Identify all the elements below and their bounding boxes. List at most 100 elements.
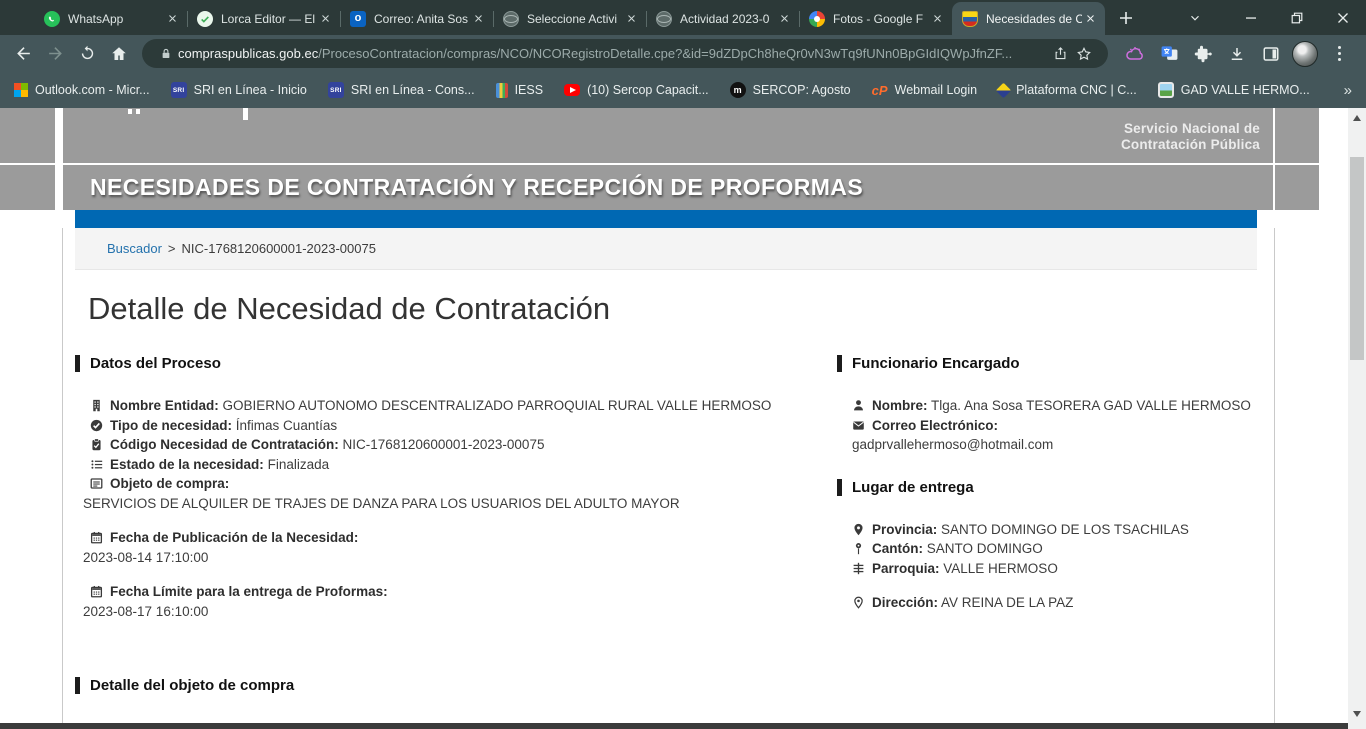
tab-search-chevron-icon[interactable]	[1180, 3, 1210, 33]
tab-actividad-2023[interactable]: Actividad 2023-0	[646, 2, 799, 35]
field-fecha-publicacion-label: Fecha de Publicación de la Necesidad:	[90, 528, 775, 548]
tab-close-icon[interactable]	[776, 11, 792, 27]
bookmarks-overflow-chevron[interactable]: »	[1344, 82, 1352, 99]
tab-title: Correo: Anita Sos	[374, 12, 470, 26]
bookmark-label: Plataforma CNC | C...	[1016, 83, 1137, 97]
field-correo-value: gadprvallehermoso@hotmail.com	[852, 435, 1267, 455]
breadcrumb-current: NIC-1768120600001-2023-00075	[182, 241, 376, 256]
bookmark-webmail[interactable]: cPWebmail Login	[872, 82, 977, 98]
header-divider	[55, 108, 63, 163]
tab-lorca-editor[interactable]: Lorca Editor — El	[187, 2, 340, 35]
whatsapp-icon	[44, 11, 60, 27]
bookmark-gad-valle-hermoso[interactable]: GAD VALLE HERMO...	[1158, 82, 1310, 98]
bookmark-sri-inicio[interactable]: SRI SRI en Línea - Inicio	[171, 82, 307, 98]
share-icon[interactable]	[1048, 42, 1072, 66]
geo-pin-icon	[852, 523, 865, 536]
tab-close-icon[interactable]	[1082, 11, 1098, 27]
section-heading: Detalle del objeto de compra	[90, 677, 294, 694]
field-fecha-limite-value: 2023-08-17 16:10:00	[83, 602, 775, 622]
field-fecha-limite-label: Fecha Límite para la entrega de Proforma…	[90, 582, 775, 602]
scrollbar-thumb[interactable]	[1350, 157, 1364, 360]
field-fecha-publicacion-value: 2023-08-14 17:10:00	[83, 548, 775, 568]
tab-close-icon[interactable]	[164, 11, 180, 27]
bookmark-label: Outlook.com - Micr...	[35, 83, 150, 97]
field-estado-necesidad: Estado de la necesidad: Finalizada	[90, 455, 775, 475]
scroll-up-icon[interactable]	[1348, 110, 1366, 126]
clipboard-check-icon	[90, 438, 103, 451]
tab-close-icon[interactable]	[623, 11, 639, 27]
map-pin-icon	[852, 542, 865, 555]
check-badge-icon	[197, 11, 213, 27]
bookmark-iess[interactable]: IESS	[496, 83, 544, 98]
header-divider	[55, 165, 63, 210]
bookmark-sercop-agosto[interactable]: mSERCOP: Agosto	[730, 82, 851, 98]
bookmark-outlook[interactable]: Outlook.com - Micr...	[14, 83, 150, 97]
bookmark-label: SRI en Línea - Inicio	[194, 83, 307, 97]
tab-title: WhatsApp	[68, 12, 164, 26]
side-panel-icon[interactable]	[1258, 41, 1284, 67]
bookmark-label: SERCOP: Agosto	[753, 83, 851, 97]
bookmark-sri-consultas[interactable]: SRI SRI en Línea - Cons...	[328, 82, 475, 98]
section-bar	[75, 677, 80, 694]
browser-toolbar: compraspublicas.gob.ec/ProcesoContrataci…	[0, 35, 1366, 72]
tab-necesidades-active[interactable]: Necesidades de C	[952, 2, 1105, 35]
tab-correo-outlook[interactable]: o Correo: Anita Sos	[340, 2, 493, 35]
address-bar[interactable]: compraspublicas.gob.ec/ProcesoContrataci…	[142, 39, 1108, 68]
downloads-icon[interactable]	[1224, 41, 1250, 67]
field-canton: Cantón: SANTO DOMINGO	[852, 539, 1267, 559]
tab-seleccione-actividad[interactable]: Seleccione Activi	[493, 2, 646, 35]
translate-extension-icon[interactable]	[1156, 41, 1182, 67]
tab-title: Necesidades de C	[986, 12, 1082, 26]
breadcrumb-link-buscador[interactable]: Buscador	[107, 241, 162, 256]
forward-button[interactable]	[40, 39, 70, 69]
sercop-logo-fragment	[136, 109, 140, 114]
accent-bar	[75, 210, 1257, 228]
minimize-button[interactable]	[1228, 0, 1274, 35]
tab-close-icon[interactable]	[470, 11, 486, 27]
section-funcionario: Funcionario Encargado Nombre: Tlga. Ana …	[837, 355, 1267, 613]
sercop-logo-fragment	[243, 108, 248, 120]
close-window-button[interactable]	[1320, 0, 1366, 35]
content-border-left	[62, 228, 63, 724]
scroll-down-icon[interactable]	[1348, 706, 1366, 722]
home-button[interactable]	[104, 39, 134, 69]
tab-close-icon[interactable]	[929, 11, 945, 27]
tab-whatsapp[interactable]: WhatsApp	[34, 2, 187, 35]
extensions-puzzle-icon[interactable]	[1190, 41, 1216, 67]
maximize-button[interactable]	[1274, 0, 1320, 35]
weather-extension-icon[interactable]	[1122, 41, 1148, 67]
new-tab-button[interactable]	[1111, 3, 1141, 33]
bookmarks-bar: Outlook.com - Micr... SRI SRI en Línea - …	[0, 72, 1366, 108]
bookmark-plataforma-cnc[interactable]: Plataforma CNC | C...	[998, 83, 1137, 97]
section-datos-proceso: Datos del Proceso Nombre Entidad: GOBIER…	[75, 355, 775, 621]
bookmark-star-icon[interactable]	[1072, 42, 1096, 66]
browser-menu-icon[interactable]	[1326, 41, 1352, 67]
bookmark-label: (10) Sercop Capacit...	[587, 83, 709, 97]
tab-strip: WhatsApp Lorca Editor — El o Correo: Ani…	[0, 0, 1366, 35]
sri-icon: SRI	[171, 82, 187, 98]
tab-title: Actividad 2023-0	[680, 12, 776, 26]
window-controls	[1180, 0, 1366, 35]
outlook-icon: o	[350, 11, 366, 27]
tab-close-icon[interactable]	[317, 11, 333, 27]
tab-fotos-google[interactable]: Fotos - Google F	[799, 2, 952, 35]
bookmark-sercop-youtube[interactable]: (10) Sercop Capacit...	[564, 83, 709, 97]
url-domain: compraspublicas.gob.ec	[178, 46, 318, 61]
back-button[interactable]	[8, 39, 38, 69]
page-scrollbar[interactable]	[1348, 108, 1366, 729]
reload-button[interactable]	[72, 39, 102, 69]
header-divider	[1273, 108, 1275, 163]
section-heading: Funcionario Encargado	[852, 355, 1020, 372]
section-detalle-objeto: Detalle del objeto de compra	[75, 677, 775, 694]
tab-title: Lorca Editor — El	[221, 12, 317, 26]
person-icon	[852, 399, 865, 412]
sri-icon: SRI	[328, 82, 344, 98]
section-lugar-entrega: Lugar de entrega	[837, 479, 1267, 496]
lock-icon[interactable]	[154, 42, 178, 66]
bookmark-label: SRI en Línea - Cons...	[351, 83, 475, 97]
field-parroquia: Parroquia: VALLE HERMOSO	[852, 559, 1267, 579]
youtube-icon	[564, 84, 580, 96]
section-heading: Lugar de entrega	[852, 479, 974, 496]
profile-avatar[interactable]	[1292, 41, 1318, 67]
page-banner-band: NECESIDADES DE CONTRATACIÓN Y RECEPCIÓN …	[0, 165, 1319, 210]
